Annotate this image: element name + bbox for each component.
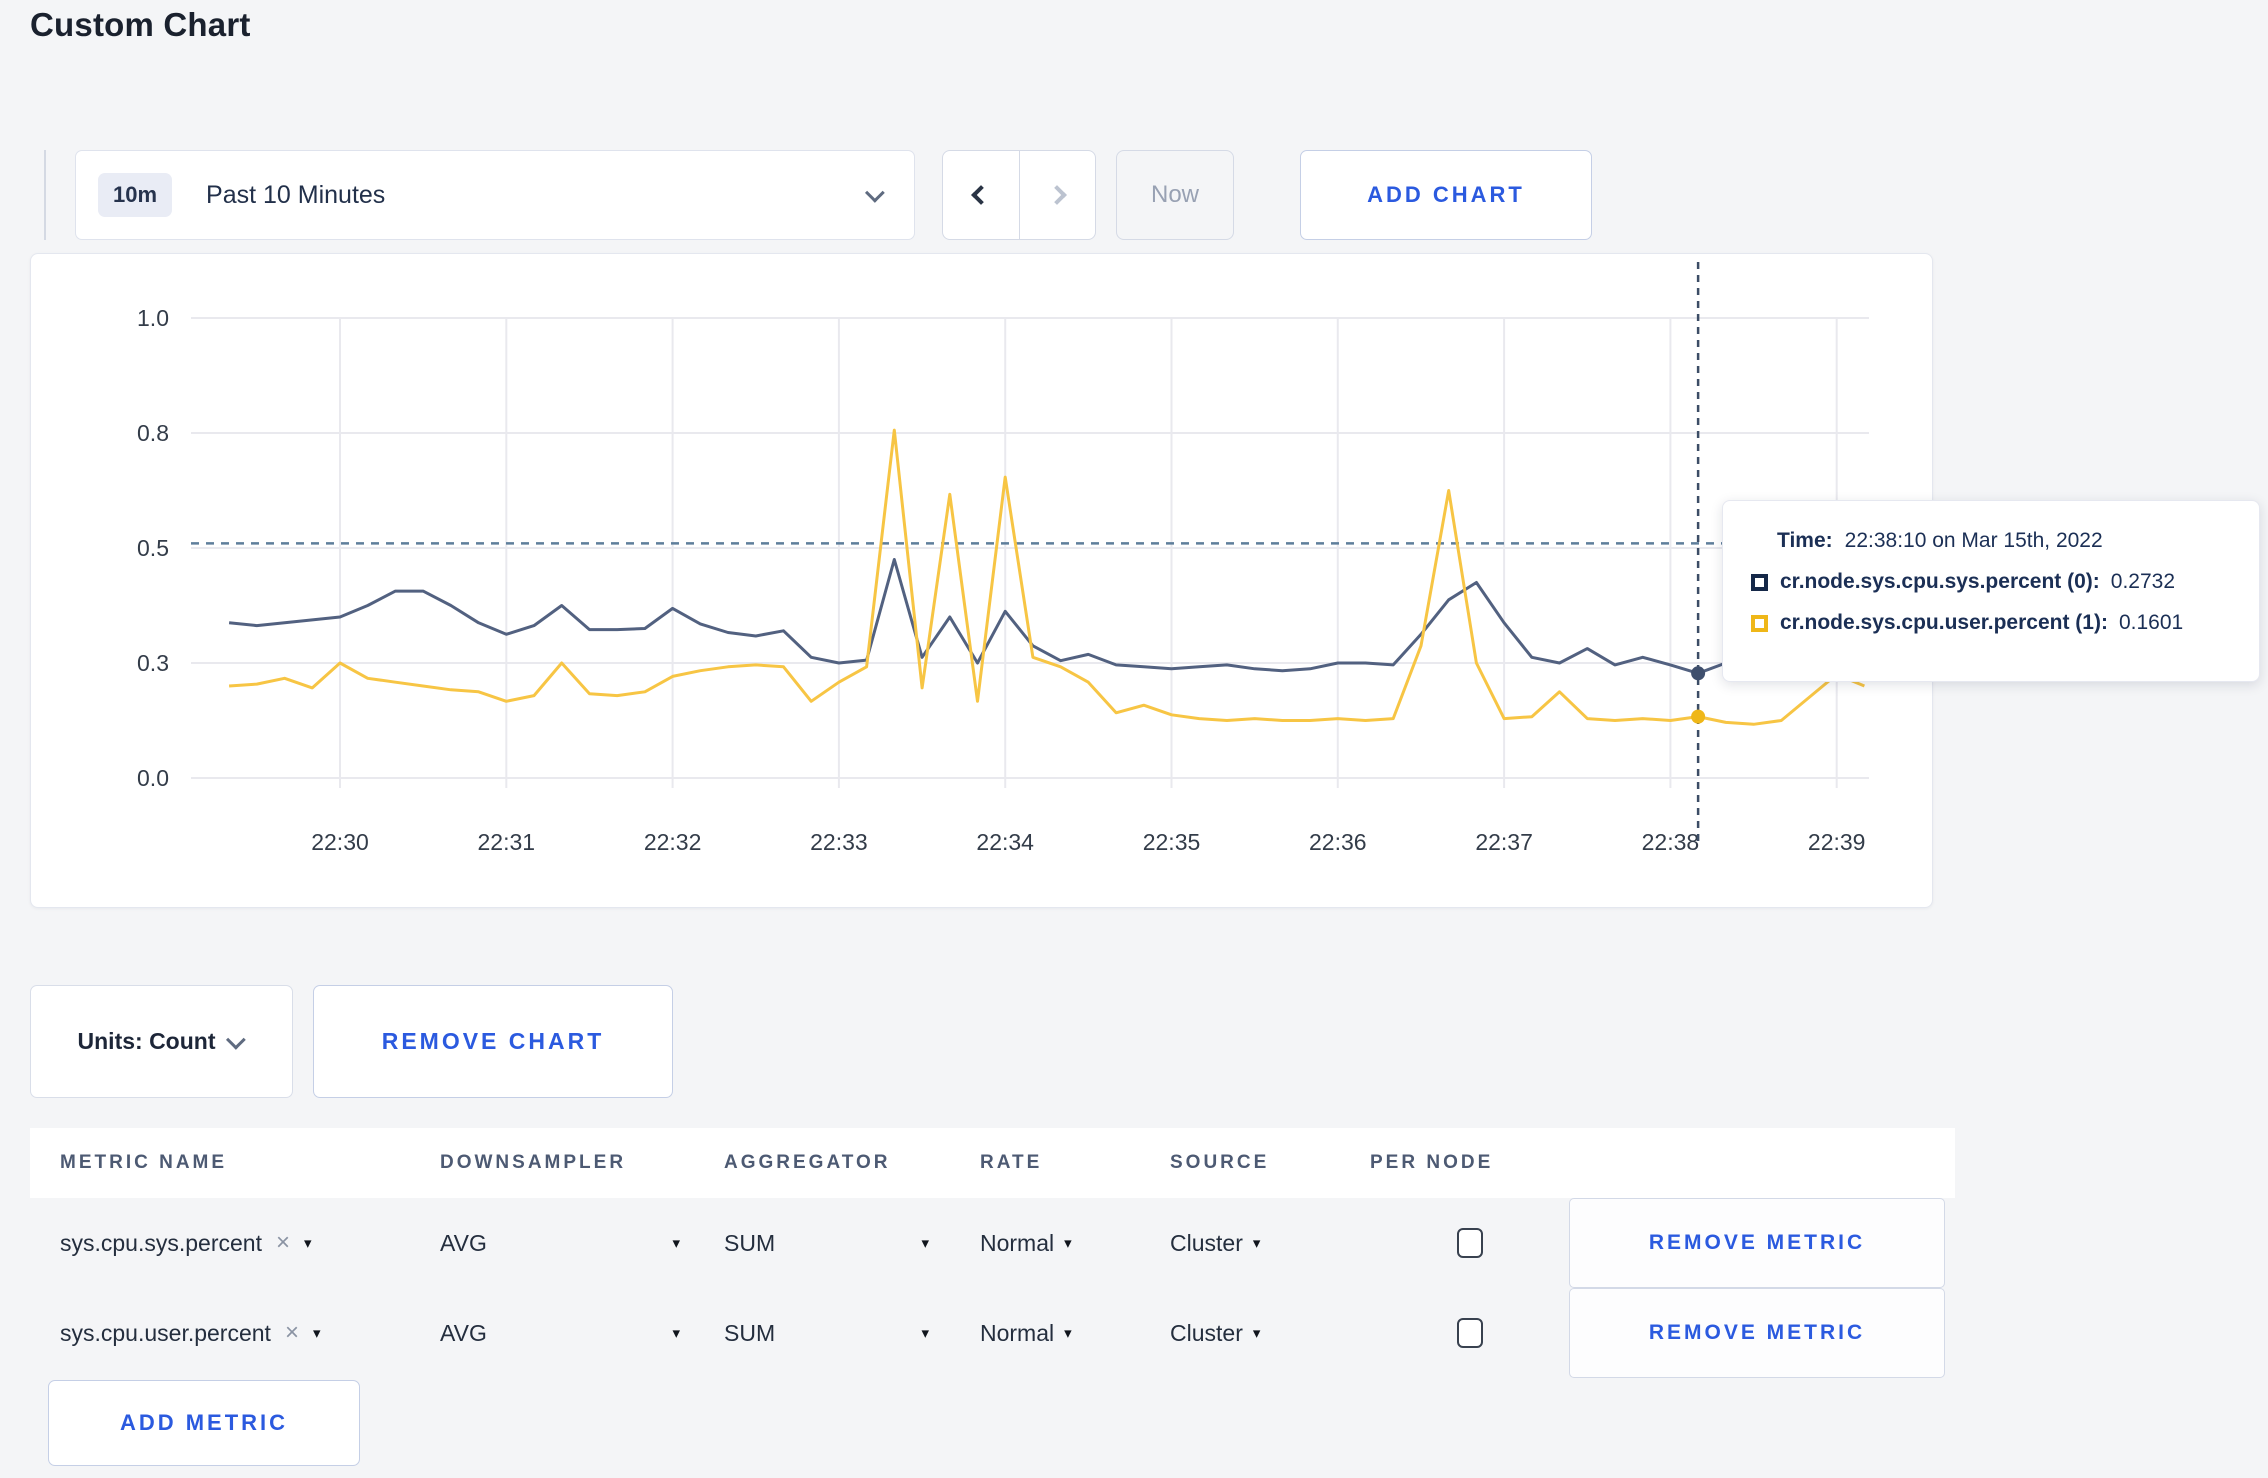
tooltip-series-value: 0.2732: [2110, 570, 2176, 593]
source-select[interactable]: Cluster: [1170, 1230, 1243, 1257]
legend-square-icon: [1751, 614, 1768, 632]
x-tick-label: 22:37: [1475, 829, 1533, 855]
chart-tooltip: Time: 22:38:10 on Mar 15th, 2022 cr.node…: [1722, 500, 2260, 682]
tooltip-series-value: 0.1601: [2118, 611, 2184, 634]
chevron-left-icon: [970, 185, 991, 205]
caret-down-icon[interactable]: ▾: [1253, 1324, 1261, 1342]
tooltip-series-row: cr.node.sys.cpu.sys.percent (0): 0.2732: [1751, 570, 2235, 594]
metrics-table-header: METRIC NAME DOWNSAMPLER AGGREGATOR RATE SOUR…: [30, 1128, 1955, 1198]
x-tick-label: 22:35: [1143, 829, 1201, 855]
chart-svg: 0.0 0.3 0.5 0.8 1.0 22:30 22:31 22:32 22:33 22:34…: [137, 262, 1869, 855]
caret-down-icon[interactable]: ▾: [1064, 1324, 1072, 1342]
y-tick-label: 0.5: [137, 535, 169, 561]
y-tick-label: 0.3: [137, 650, 169, 676]
caret-down-icon[interactable]: ▾: [1253, 1234, 1261, 1252]
metrics-table-rows: sys.cpu.sys.percent × ▾ AVG ▾ SUM ▾ Normal ▾ Clus…: [30, 1198, 1955, 1378]
caret-down-icon[interactable]: ▾: [921, 1234, 929, 1252]
column-header: AGGREGATOR: [724, 1152, 891, 1173]
x-tick-label: 22:30: [311, 829, 369, 855]
x-tick-label: 22:32: [644, 829, 702, 855]
x-tick-label: 22:31: [478, 829, 536, 855]
units-label: Units: Count: [77, 1028, 216, 1054]
time-range-dropdown[interactable]: 10m Past 10 Minutes: [75, 150, 915, 240]
downsampler-select[interactable]: AVG: [440, 1320, 487, 1347]
custom-chart-page: Custom Chart 10m Past 10 Minutes Now ADD…: [0, 0, 2268, 1478]
metric-row: sys.cpu.sys.percent × ▾ AVG ▾ SUM ▾ Normal ▾ Clus…: [30, 1198, 1955, 1288]
y-tick-label: 0.0: [137, 765, 169, 791]
clear-metric-icon[interactable]: ×: [285, 1319, 299, 1347]
remove-metric-button[interactable]: REMOVE METRIC: [1569, 1288, 1945, 1378]
caret-down-icon[interactable]: ▾: [1064, 1234, 1072, 1252]
crosshair-dot: [1691, 709, 1706, 724]
chart-card[interactable]: 0.0 0.3 0.5 0.8 1.0 22:30 22:31 22:32 22:33 22:34…: [30, 253, 1933, 908]
downsampler-select[interactable]: AVG: [440, 1230, 487, 1257]
toolbar-divider: [44, 150, 46, 240]
column-header: PER NODE: [1370, 1152, 1494, 1173]
per-node-checkbox[interactable]: [1456, 1318, 1483, 1348]
add-chart-button[interactable]: ADD CHART: [1300, 150, 1592, 240]
series-line: [228, 558, 1865, 675]
source-select[interactable]: Cluster: [1170, 1320, 1243, 1347]
prev-time-button[interactable]: [943, 151, 1020, 239]
x-tick-label: 22:39: [1808, 829, 1866, 855]
column-header: RATE: [980, 1152, 1043, 1173]
y-tick-label: 1.0: [137, 305, 169, 331]
rate-select[interactable]: Normal: [980, 1230, 1054, 1257]
chevron-right-icon: [1047, 185, 1068, 205]
x-tick-label: 22:34: [976, 829, 1034, 855]
metrics-table: METRIC NAME DOWNSAMPLER AGGREGATOR RATE SOUR…: [30, 1128, 1955, 1378]
per-node-checkbox[interactable]: [1456, 1228, 1483, 1258]
metric-name-value[interactable]: sys.cpu.sys.percent: [60, 1230, 262, 1257]
tooltip-series-name: cr.node.sys.cpu.sys.percent (0):: [1780, 570, 2100, 593]
crosshair-dot: [1691, 666, 1706, 681]
next-time-button[interactable]: [1020, 151, 1096, 239]
x-tick-label: 22:33: [810, 829, 868, 855]
x-tick-label: 22:36: [1309, 829, 1367, 855]
aggregator-select[interactable]: SUM: [724, 1320, 775, 1347]
column-header: METRIC NAME: [60, 1152, 228, 1173]
x-tick-label: 22:38: [1642, 829, 1700, 855]
tooltip-time-value: 22:38:10 on Mar 15th, 2022: [1844, 529, 2103, 552]
time-range-badge: 10m: [98, 173, 173, 217]
caret-down-icon[interactable]: ▾: [672, 1234, 680, 1252]
clear-metric-icon[interactable]: ×: [276, 1229, 290, 1257]
time-range-label: Past 10 Minutes: [206, 180, 386, 209]
y-tick-label: 0.8: [137, 420, 169, 446]
time-nav-group: [942, 150, 1096, 240]
tooltip-time-label: Time:: [1777, 529, 1833, 552]
remove-metric-button[interactable]: REMOVE METRIC: [1569, 1198, 1945, 1288]
caret-down-icon[interactable]: ▾: [921, 1324, 929, 1342]
page-title: Custom Chart: [30, 6, 251, 43]
tooltip-series-row: cr.node.sys.cpu.user.percent (1): 0.1601: [1751, 611, 2235, 635]
chevron-down-icon: [226, 1029, 247, 1050]
column-header: SOURCE: [1170, 1152, 1270, 1173]
series-line: [228, 428, 1865, 726]
timeseries-chart[interactable]: 0.0 0.3 0.5 0.8 1.0 22:30 22:31 22:32 22:33 22:34…: [31, 254, 1932, 914]
caret-down-icon[interactable]: ▾: [672, 1324, 680, 1342]
aggregator-select[interactable]: SUM: [724, 1230, 775, 1257]
caret-down-icon[interactable]: ▾: [304, 1234, 312, 1252]
metric-name-value[interactable]: sys.cpu.user.percent: [60, 1320, 271, 1347]
caret-down-icon[interactable]: ▾: [313, 1324, 321, 1342]
legend-square-icon: [1751, 573, 1768, 591]
tooltip-series-name: cr.node.sys.cpu.user.percent (1):: [1780, 611, 2108, 634]
remove-chart-button[interactable]: REMOVE CHART: [313, 985, 673, 1098]
add-metric-button[interactable]: ADD METRIC: [48, 1380, 360, 1466]
metric-row: sys.cpu.user.percent × ▾ AVG ▾ SUM ▾ Normal ▾ Clu…: [30, 1288, 1955, 1378]
tooltip-series-list: cr.node.sys.cpu.sys.percent (0): 0.2732 cr…: [1751, 570, 2235, 635]
units-dropdown[interactable]: Units: Count: [30, 985, 293, 1098]
now-button[interactable]: Now: [1116, 150, 1234, 240]
column-header: DOWNSAMPLER: [440, 1152, 627, 1173]
rate-select[interactable]: Normal: [980, 1320, 1054, 1347]
